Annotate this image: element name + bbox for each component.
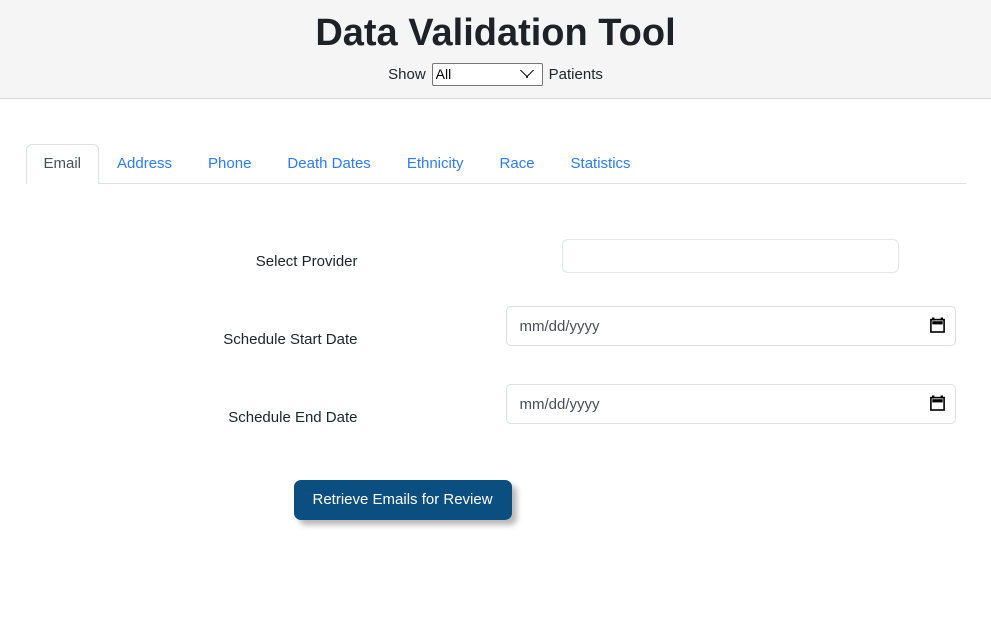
select-provider-input[interactable] [561,239,899,273]
main-container: Email Address Phone Death Dates Ethnicit… [25,99,966,520]
email-review-form: Select Provider Schedule Start Date mm/d… [26,184,966,520]
submit-row: Retrieve Emails for Review [26,480,966,520]
tab-race[interactable]: Race [482,144,553,184]
end-date-wrapper [505,384,956,424]
form-row-start-date: Schedule Start Date [26,300,966,378]
page-header: Data Validation Tool Show All Patients [0,0,991,99]
start-date-wrapper [505,306,956,346]
tab-statistics[interactable]: Statistics [553,144,649,184]
patients-label: Patients [548,65,603,83]
page-title: Data Validation Tool [315,12,676,54]
tab-email[interactable]: Email [25,144,100,184]
calendar-icon[interactable] [929,317,945,333]
tab-address[interactable]: Address [99,144,190,184]
schedule-start-date-label: Schedule Start Date [223,330,358,348]
tab-death-dates[interactable]: Death Dates [269,144,388,184]
schedule-start-date-input[interactable] [505,306,956,346]
show-label: Show [388,65,426,83]
tab-bar: Email Address Phone Death Dates Ethnicit… [25,143,966,184]
tab-ethnicity[interactable]: Ethnicity [389,144,482,184]
form-row-end-date: Schedule End Date [26,378,966,456]
retrieve-emails-button[interactable]: Retrieve Emails for Review [293,480,512,520]
patient-filter-row: Show All Patients [0,62,991,86]
tab-phone[interactable]: Phone [190,144,269,184]
patient-filter-select[interactable]: All [431,62,543,86]
select-provider-label: Select Provider [255,252,358,270]
schedule-end-date-label: Schedule End Date [228,408,358,426]
schedule-end-date-input[interactable] [505,384,956,424]
calendar-icon[interactable] [929,395,945,411]
form-row-provider: Select Provider [26,222,966,300]
